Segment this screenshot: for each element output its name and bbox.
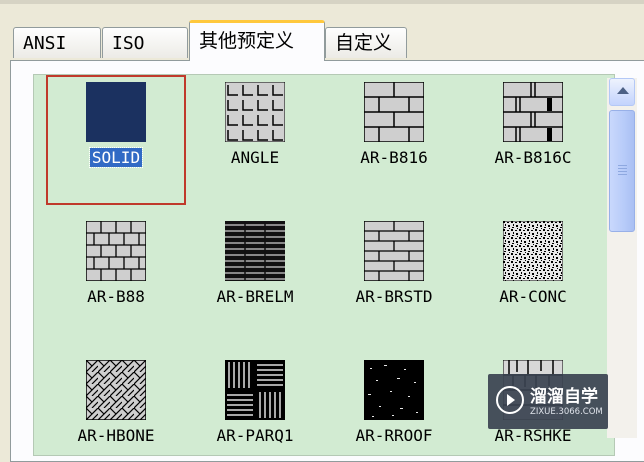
ar-conc-pattern-icon — [503, 221, 563, 281]
pattern-label: AR-PARQ1 — [216, 426, 294, 445]
pattern-label: AR-B816 — [360, 148, 428, 167]
tab-strip: ANSI ISO 其他预定义 自定义 — [0, 0, 644, 62]
watermark-url: ZIXUE.3066.COM — [530, 407, 603, 417]
pattern-item-solid[interactable]: SOLID — [46, 75, 186, 205]
pattern-label: AR-BRSTD — [355, 287, 433, 306]
pattern-label: AR-HBONE — [77, 426, 155, 445]
pattern-item-ar-brelm[interactable]: AR-BRELM — [185, 214, 325, 344]
grip-line — [618, 165, 627, 166]
pattern-item-ar-b88[interactable]: AR-B88 — [46, 214, 186, 344]
pattern-item-ar-b816[interactable]: AR-B816 — [324, 75, 464, 205]
tab-custom[interactable]: 自定义 — [325, 27, 407, 58]
pattern-label: AR-CONC — [499, 287, 567, 306]
pattern-label: ANGLE — [230, 148, 280, 167]
pattern-item-angle[interactable]: ANGLE — [185, 75, 325, 205]
scroll-thumb[interactable] — [609, 110, 635, 232]
grip-line — [618, 171, 627, 172]
pattern-item-ar-brstd[interactable]: AR-BRSTD — [324, 214, 464, 344]
ar-parq1-pattern-icon — [225, 360, 285, 420]
grip-line — [618, 174, 627, 175]
pattern-label: AR-RROOF — [355, 426, 433, 445]
ar-hbone-pattern-icon — [86, 360, 146, 420]
watermark-logo: 溜溜自学 ZIXUE.3066.COM — [488, 374, 608, 429]
pattern-label: SOLID — [88, 147, 144, 168]
ar-b88-pattern-icon — [86, 221, 146, 281]
ar-rroof-pattern-icon — [364, 360, 424, 420]
tab-other-predefined[interactable]: 其他预定义 — [189, 20, 325, 61]
ar-b816c-pattern-icon — [503, 82, 563, 142]
ar-brstd-pattern-icon — [364, 221, 424, 281]
tab-iso[interactable]: ISO — [102, 27, 188, 58]
ar-b816-pattern-icon — [364, 82, 424, 142]
pattern-item-ar-conc[interactable]: AR-CONC — [463, 214, 603, 344]
angle-pattern-icon — [225, 82, 285, 142]
play-icon — [496, 386, 524, 414]
pattern-label: AR-B88 — [87, 287, 145, 306]
watermark-title: 溜溜自学 — [530, 387, 598, 407]
tab-ansi[interactable]: ANSI — [13, 27, 101, 58]
pattern-item-ar-b816c[interactable]: AR-B816C — [463, 75, 603, 205]
grip-line — [618, 168, 627, 169]
scroll-up-button[interactable] — [609, 78, 635, 106]
pattern-label: AR-B816C — [494, 148, 572, 167]
pattern-label: AR-BRELM — [216, 287, 294, 306]
vertical-scrollbar[interactable] — [607, 78, 637, 438]
solid-fill-icon — [86, 82, 146, 142]
ar-brelm-pattern-icon — [225, 221, 285, 281]
